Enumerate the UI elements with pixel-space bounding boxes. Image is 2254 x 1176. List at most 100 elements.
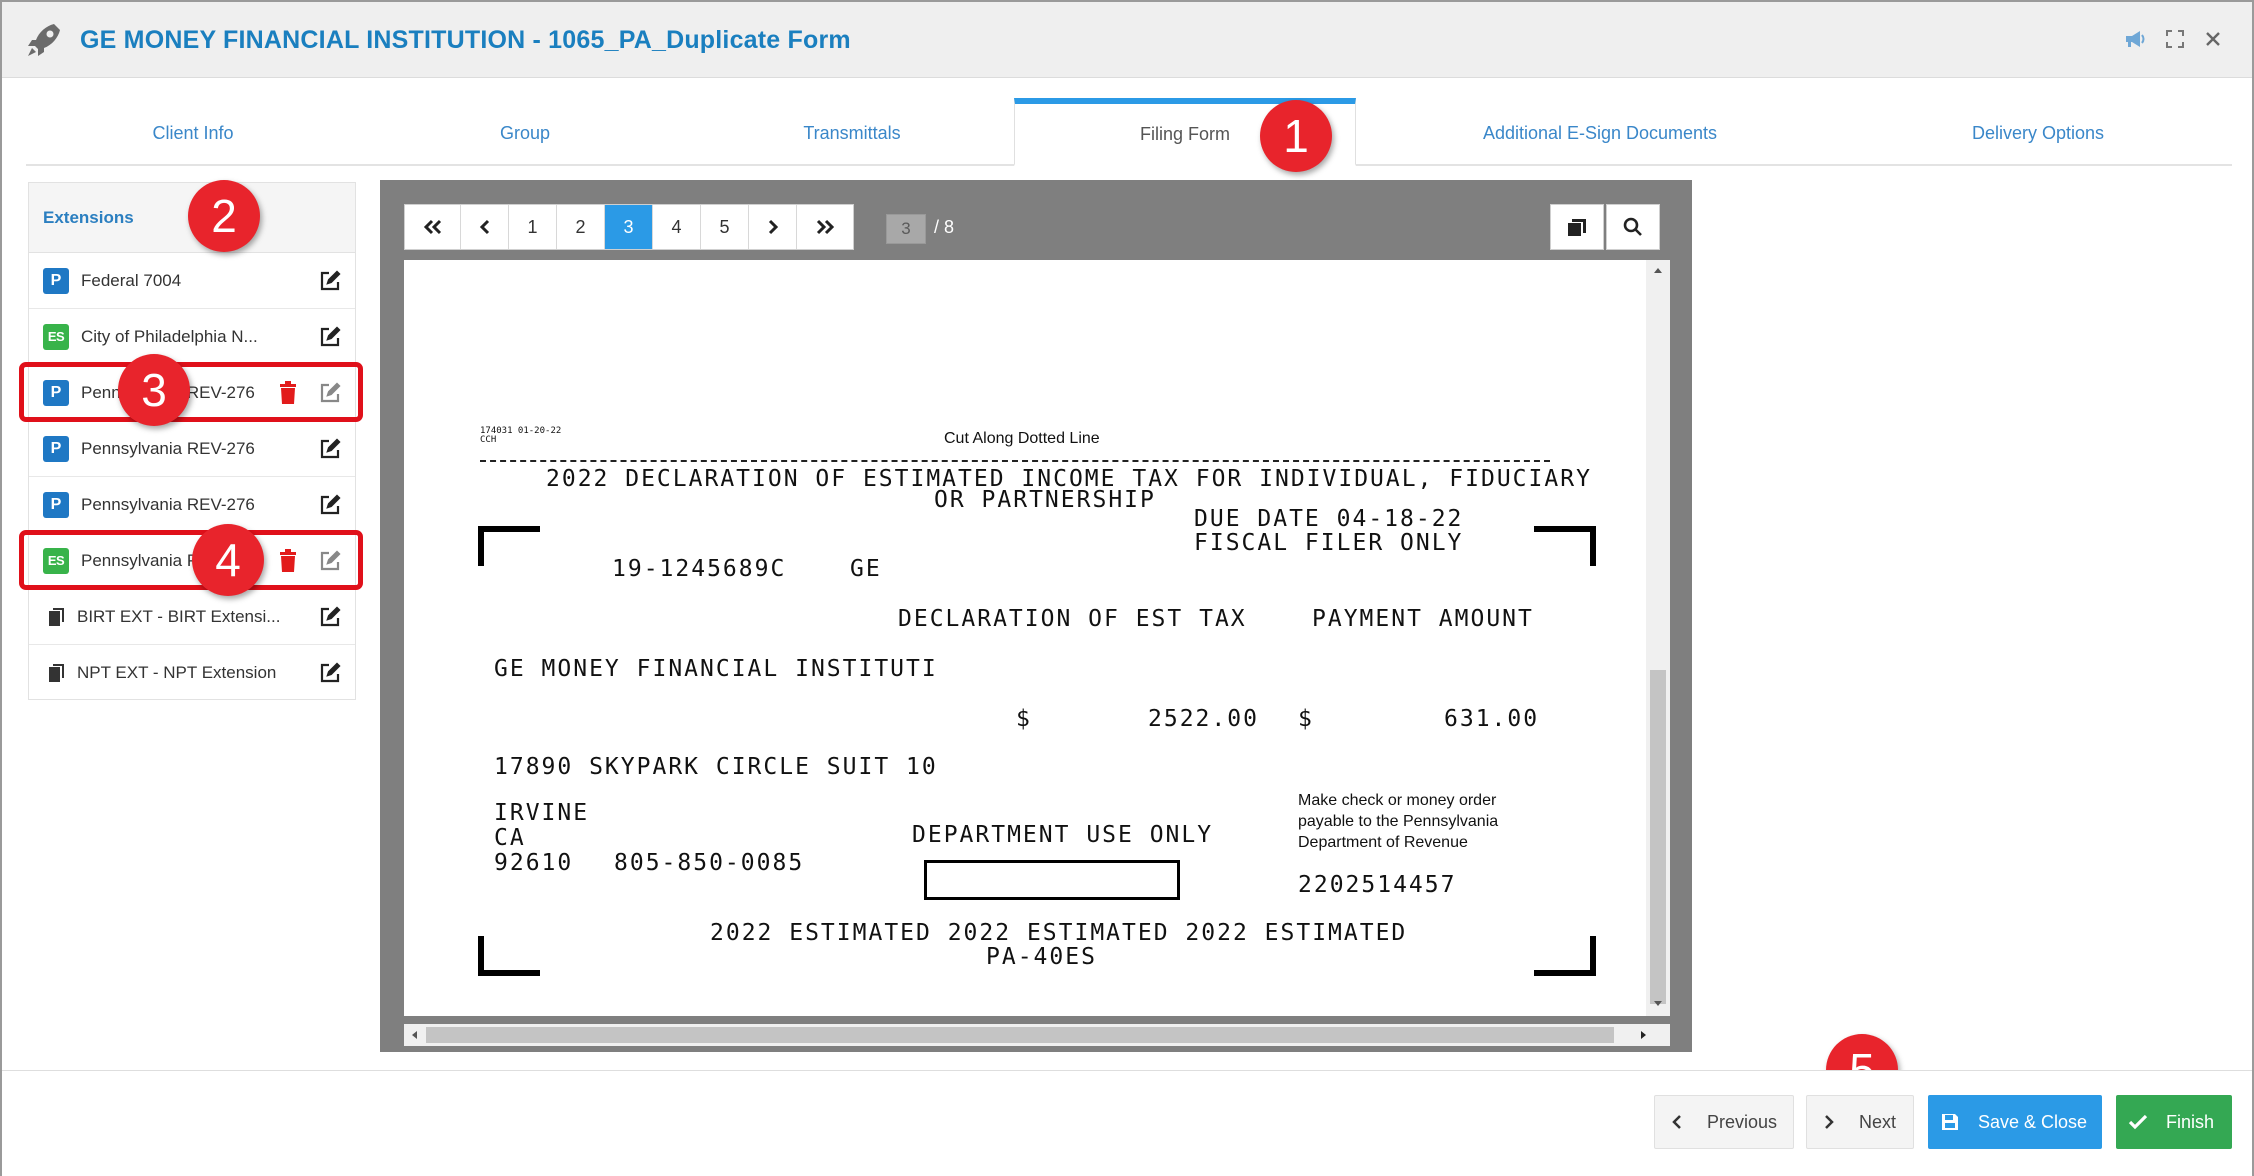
- edit-icon[interactable]: [319, 550, 341, 572]
- page-button-1[interactable]: 1: [509, 205, 557, 249]
- previous-button[interactable]: Previous: [1654, 1095, 1794, 1149]
- form-heading-cont: OR PARTNERSHIP: [934, 487, 1156, 513]
- edit-icon[interactable]: [319, 270, 341, 292]
- previous-page-button[interactable]: [461, 205, 509, 249]
- tab-bar: Client Info Group Transmittals Filing Fo…: [26, 98, 2232, 166]
- previous-label: Previous: [1707, 1111, 1778, 1132]
- form-code-cch: CCH: [480, 435, 497, 445]
- chevron-right-icon: [1807, 1114, 1851, 1130]
- close-icon[interactable]: [2198, 24, 2228, 54]
- dialog-footer: Previous Next Save & Close Finish: [2, 1070, 2252, 1176]
- callout-4: 4: [192, 524, 264, 596]
- sidebar-item-label: BIRT EXT - BIRT Extensi...: [77, 606, 281, 626]
- sidebar-item-pennsylvania-rev-276[interactable]: P Pennsylvania REV-276: [29, 477, 355, 533]
- print-icon[interactable]: [1550, 204, 1604, 250]
- vertical-scroll-thumb[interactable]: [1650, 670, 1666, 1004]
- document-page: 174031 01-20-22 CCH Cut Along Dotted Lin…: [404, 260, 1646, 1016]
- edit-icon[interactable]: [319, 438, 341, 460]
- p-badge-icon: P: [43, 491, 69, 518]
- callout-2: 2: [188, 180, 260, 252]
- sidebar-item-pennsylvania-rev-276-duplicate[interactable]: P Pennsylvania REV-276: [19, 362, 363, 422]
- page-number-input[interactable]: 3: [886, 214, 926, 244]
- tab-delivery-options[interactable]: Delivery Options: [1844, 100, 2232, 166]
- form-id: PA-40ES: [986, 944, 1097, 970]
- sidebar-item-label: Pennsylvania REV-276: [81, 438, 255, 458]
- p-badge-icon: P: [43, 379, 69, 406]
- extensions-sidebar: Extensions P Federal 7004 ES City of Phi…: [19, 182, 363, 701]
- trash-icon[interactable]: [277, 381, 299, 405]
- check-note: Department of Revenue: [1298, 834, 1468, 851]
- edit-icon[interactable]: [319, 662, 341, 684]
- chevron-left-icon: [1655, 1114, 1699, 1130]
- expand-icon[interactable]: [2160, 24, 2190, 54]
- document-viewer: 1 2 3 4 5 3 / 8 174031 01-20-22 CCH Cut …: [380, 180, 1692, 1052]
- horizontal-scroll-thumb[interactable]: [426, 1027, 1614, 1043]
- edit-icon[interactable]: [319, 494, 341, 516]
- next-label: Next: [1859, 1111, 1897, 1132]
- dollar-sign: $: [1016, 706, 1032, 732]
- department-use-label: DEPARTMENT USE ONLY: [912, 822, 1214, 848]
- next-button[interactable]: Next: [1806, 1095, 1914, 1149]
- callout-3: 3: [118, 354, 190, 426]
- tab-transmittals[interactable]: Transmittals: [690, 100, 1014, 166]
- page-button-3[interactable]: 3: [605, 205, 653, 249]
- save-and-close-button[interactable]: Save & Close: [1928, 1095, 2102, 1149]
- save-icon: [1928, 1113, 1972, 1131]
- page-navigator: 1 2 3 4 5: [404, 204, 854, 250]
- page-total: / 8: [934, 217, 955, 237]
- entity-name: GE MONEY FINANCIAL INSTITUTI: [494, 656, 938, 682]
- sidebar-item-label: City of Philadelphia N...: [81, 326, 258, 346]
- copy-document-icon: [47, 604, 67, 630]
- trash-icon[interactable]: [277, 549, 299, 573]
- sidebar-item-city-of-philadelphia[interactable]: ES City of Philadelphia N...: [29, 309, 355, 365]
- page-button-4[interactable]: 4: [653, 205, 701, 249]
- save-and-close-label: Save & Close: [1978, 1111, 2088, 1132]
- p-badge-icon: P: [43, 435, 69, 462]
- tab-additional-esign-documents[interactable]: Additional E-Sign Documents: [1356, 100, 1844, 166]
- next-page-button[interactable]: [749, 205, 797, 249]
- es-badge-icon: ES: [43, 547, 69, 574]
- dialog-window: GE MONEY FINANCIAL INSTITUTION - 1065_PA…: [0, 0, 2254, 1176]
- due-date: DUE DATE 04-18-22: [1194, 506, 1464, 532]
- last-page-button[interactable]: [797, 205, 853, 249]
- copy-document-icon: [47, 660, 67, 686]
- declaration-label: DECLARATION OF EST TAX: [898, 606, 1247, 632]
- check-note: payable to the Pennsylvania: [1298, 813, 1499, 830]
- state: CA: [494, 825, 526, 851]
- finish-button[interactable]: Finish: [2116, 1095, 2232, 1149]
- edit-icon[interactable]: [319, 382, 341, 404]
- sidebar-item-federal-7004[interactable]: P Federal 7004: [29, 253, 355, 309]
- page-button-5[interactable]: 5: [701, 205, 749, 249]
- sidebar-item-birt-ext[interactable]: BIRT EXT - BIRT Extensi...: [29, 589, 355, 645]
- callout-1: 1: [1260, 100, 1332, 172]
- edit-icon[interactable]: [319, 326, 341, 348]
- checkmark-icon: [2116, 1114, 2160, 1130]
- sidebar-item-label: Federal 7004: [81, 270, 182, 290]
- megaphone-icon[interactable]: [2120, 24, 2150, 54]
- phone: 805-850-0085: [614, 850, 805, 876]
- tab-group[interactable]: Group: [360, 100, 690, 166]
- page-button-2[interactable]: 2: [557, 205, 605, 249]
- payment-amount: 631.00: [1444, 706, 1540, 732]
- registration-mark: [1534, 526, 1596, 566]
- declaration-amount: 2522.00: [1148, 706, 1259, 732]
- address: 17890 SKYPARK CIRCLE SUIT 10: [494, 754, 938, 780]
- window-title: GE MONEY FINANCIAL INSTITUTION - 1065_PA…: [80, 26, 851, 54]
- title-bar: GE MONEY FINANCIAL INSTITUTION - 1065_PA…: [2, 2, 2252, 78]
- department-use-box: [924, 860, 1180, 900]
- name-code: GE: [850, 556, 882, 582]
- first-page-button[interactable]: [405, 205, 461, 249]
- ein: 19-1245689C: [612, 556, 787, 582]
- edit-icon[interactable]: [319, 606, 341, 628]
- search-icon[interactable]: [1606, 204, 1660, 250]
- registration-mark: [478, 526, 540, 566]
- dollar-sign: $: [1298, 706, 1314, 732]
- sidebar-item-npt-ext[interactable]: NPT EXT - NPT Extension: [29, 645, 355, 701]
- vertical-scrollbar[interactable]: [1646, 260, 1670, 1016]
- horizontal-scrollbar[interactable]: [404, 1024, 1670, 1046]
- sidebar-item-pennsylvania-rev-276[interactable]: P Pennsylvania REV-276: [29, 421, 355, 477]
- tab-client-info[interactable]: Client Info: [26, 100, 360, 166]
- fiscal-filer: FISCAL FILER ONLY: [1194, 530, 1464, 556]
- es-badge-icon: ES: [43, 323, 69, 350]
- payment-label: PAYMENT AMOUNT: [1312, 606, 1534, 632]
